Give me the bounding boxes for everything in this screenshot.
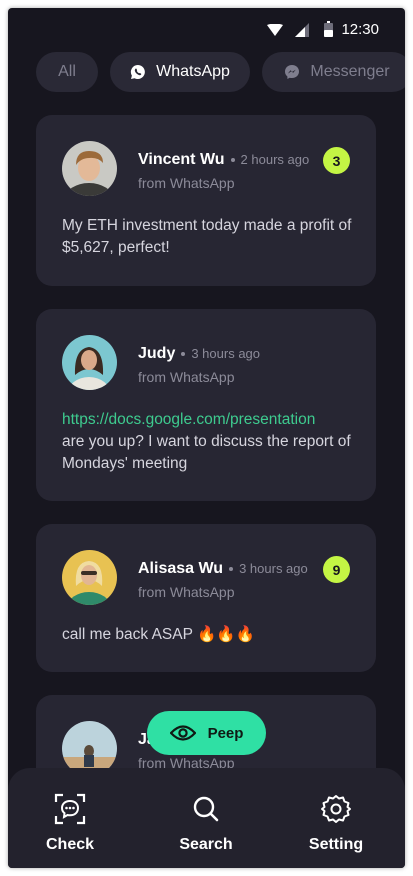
sender-name: Alisasa Wu 3 hours ago: [138, 560, 308, 578]
tab-label: WhatsApp: [156, 63, 230, 80]
message-card[interactable]: Vincent Wu 2 hours ago from WhatsApp 3 My…: [36, 115, 376, 286]
sender-name: Judy 3 hours ago: [138, 345, 260, 363]
avatar: [62, 335, 117, 390]
bottom-navigation: Check Search Setting: [8, 768, 405, 868]
nav-label: Setting: [308, 836, 364, 853]
tab-label: Messenger: [310, 63, 390, 80]
nav-check[interactable]: Check: [25, 792, 115, 854]
status-time: 12:30: [341, 21, 379, 38]
search-icon: [193, 796, 219, 822]
message-time: 3 hours ago: [181, 346, 260, 361]
message-text: My ETH investment today made a profit of…: [62, 217, 352, 256]
tab-label: All: [58, 63, 76, 80]
message-source: from WhatsApp: [138, 584, 235, 600]
peep-button[interactable]: Peep: [147, 711, 266, 755]
nav-setting[interactable]: Setting: [291, 792, 381, 854]
phone-screen: 12:30 All WhatsApp Messenger Vincent Wu …: [8, 8, 405, 868]
message-source: from WhatsApp: [138, 369, 235, 385]
message-card[interactable]: Alisasa Wu 3 hours ago from WhatsApp 9 ca…: [36, 524, 376, 672]
tab-messenger[interactable]: Messenger: [262, 52, 405, 92]
signal-icon: [295, 23, 309, 37]
message-card[interactable]: Judy 3 hours ago from WhatsApp https://do…: [36, 309, 376, 501]
eye-icon: [169, 725, 196, 741]
gear-icon: [321, 795, 351, 823]
avatar: [62, 141, 117, 196]
avatar: [62, 550, 117, 605]
message-time: 3 hours ago: [229, 561, 308, 576]
message-link[interactable]: https://docs.google.com/presentation: [62, 409, 352, 431]
scan-chat-icon: [54, 793, 86, 825]
message-time-text: 3 hours ago: [191, 346, 261, 361]
message-time-text: 3 hours ago: [239, 561, 308, 576]
message-text: are you up? I want to discuss the report…: [62, 433, 351, 472]
unread-badge: 3: [323, 147, 350, 174]
tab-whatsapp[interactable]: WhatsApp: [110, 52, 250, 92]
whatsapp-icon: [130, 64, 145, 79]
status-bar: 12:30: [8, 8, 405, 52]
message-source: from WhatsApp: [138, 175, 235, 191]
messenger-icon: [285, 65, 300, 79]
sender-name-text: Judy: [138, 345, 176, 362]
message-time: 2 hours ago: [230, 152, 310, 167]
nav-search[interactable]: Search: [161, 792, 251, 854]
message-text: call me back ASAP 🔥🔥🔥: [62, 626, 255, 643]
unread-badge: 9: [323, 556, 350, 583]
sender-name-text: Vincent Wu: [138, 151, 225, 168]
peep-label: Peep: [207, 724, 244, 742]
battery-icon: [324, 21, 333, 37]
nav-label: Check: [45, 836, 95, 853]
wifi-icon: [267, 24, 283, 36]
sender-name: Vincent Wu 2 hours ago: [138, 151, 309, 169]
sender-name-text: Alisasa Wu: [138, 560, 224, 577]
tab-all[interactable]: All: [36, 52, 98, 92]
message-body: https://docs.google.com/presentation are…: [62, 409, 352, 475]
message-time-text: 2 hours ago: [240, 152, 310, 167]
nav-label: Search: [179, 836, 233, 853]
